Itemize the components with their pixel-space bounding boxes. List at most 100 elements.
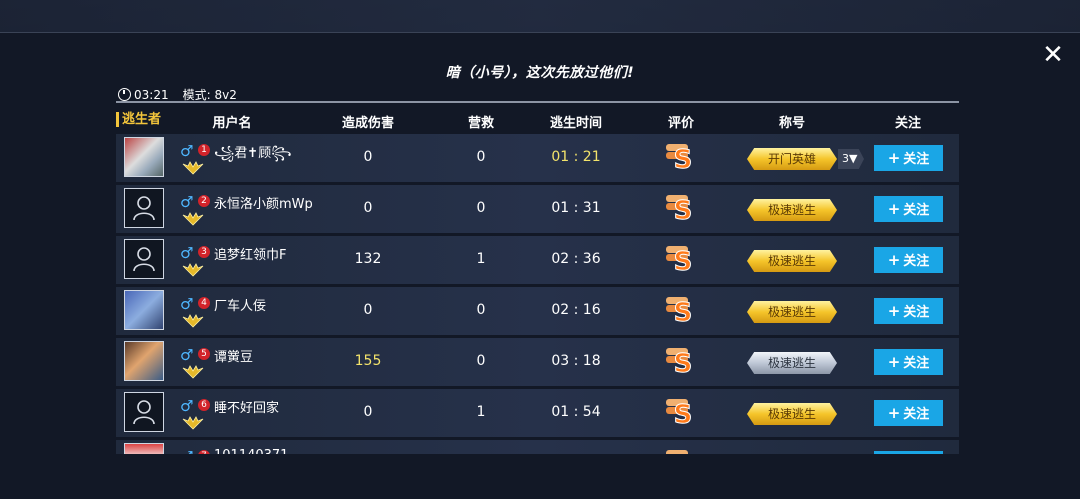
player-name: 谭黉豆 xyxy=(214,350,254,365)
s-rank-icon: S xyxy=(666,450,693,454)
escape-time-value: 03 : 18 xyxy=(551,353,601,369)
col-follow: 关注 xyxy=(894,116,921,131)
default-user-icon xyxy=(133,400,155,425)
col-damage: 造成伤害 xyxy=(341,116,394,131)
s-rank-icon: S xyxy=(666,348,693,377)
svg-text:S: S xyxy=(674,196,693,224)
follow-button[interactable]: +关注 xyxy=(874,349,943,375)
player-list: ♂ 1 ꧁君✝顾꧂ 0 0 01 : 21 S 开门英雄 3▼ + 关注 ♂ 2 … xyxy=(116,134,959,454)
rank-badge: 1 xyxy=(198,144,210,156)
rank-badge: 7 xyxy=(198,450,210,454)
table-row: ♂ 1 ꧁君✝顾꧂ 0 0 01 : 21 S 开门英雄 3▼ + 关注 xyxy=(116,134,959,182)
blurred-top-bar xyxy=(0,0,1080,32)
avatar[interactable] xyxy=(124,392,164,432)
table-row: ♂ 2 永恒洛小颜mWp 0 0 01 : 31 S 极速逃生 + 关注 xyxy=(116,185,959,233)
player-name: 睡不好回家 xyxy=(214,401,280,416)
s-rank-icon: S xyxy=(666,246,693,275)
male-icon: ♂ xyxy=(180,244,194,262)
title-count-dropdown[interactable]: 3▼ xyxy=(838,149,864,169)
damage-value: 155 xyxy=(354,353,382,369)
svg-text:S: S xyxy=(674,400,693,428)
svg-text:S: S xyxy=(674,349,693,377)
col-escape-time: 逃生时间 xyxy=(549,116,602,131)
escape-time-value: 02 : 36 xyxy=(551,251,601,267)
damage-value: 0 xyxy=(363,404,373,420)
clock-icon xyxy=(118,87,131,101)
default-user-icon xyxy=(133,196,155,221)
rank-wings-icon xyxy=(182,365,204,379)
table-row: ♂ 5 谭黉豆 155 0 03 : 18 S 极速逃生 + 关注 xyxy=(116,338,959,386)
plus-icon: + xyxy=(887,149,901,167)
rescue-value: 1 xyxy=(476,404,486,420)
avatar[interactable] xyxy=(124,290,164,330)
male-icon: ♂ xyxy=(180,142,194,160)
male-icon: ♂ xyxy=(180,346,194,364)
player-name: 永恒洛小颜mWp xyxy=(214,197,313,212)
escape-time-value: 01 : 21 xyxy=(551,149,601,165)
table-row: ♂ 6 睡不好回家 0 1 01 : 54 S 极速逃生 + 关注 xyxy=(116,389,959,437)
table-row: ♂ 4 厂车人佞 0 0 02 : 16 S 极速逃生 + 关注 xyxy=(116,287,959,335)
damage-value: 0 xyxy=(363,200,373,216)
title-badge: 极速逃生 xyxy=(747,403,837,425)
default-user-icon xyxy=(133,247,155,272)
title-badge: 极速逃生 xyxy=(747,352,837,374)
male-icon: ♂ xyxy=(180,448,193,454)
avatar[interactable] xyxy=(124,341,164,381)
damage-value: 132 xyxy=(354,251,382,267)
title-badge: 极速逃生 xyxy=(747,250,837,272)
col-title: 称号 xyxy=(778,116,805,131)
rank-badge: 6 xyxy=(198,399,210,411)
svg-text:S: S xyxy=(674,145,693,173)
rank-wings-icon xyxy=(182,314,204,328)
avatar[interactable] xyxy=(124,137,164,177)
follow-button[interactable]: +关注 xyxy=(874,400,943,426)
rank-badge: 4 xyxy=(198,297,210,309)
male-icon: ♂ xyxy=(180,295,194,313)
rescue-value: 0 xyxy=(476,200,486,216)
follow-button[interactable]: +关注 xyxy=(874,298,943,324)
col-rescue: 营救 xyxy=(467,116,494,131)
plus-icon: + xyxy=(887,353,901,371)
follow-button[interactable]: +关注 xyxy=(874,247,943,273)
avatar[interactable] xyxy=(124,188,164,228)
avatar[interactable] xyxy=(124,443,164,454)
title-badge: 极速逃生 xyxy=(747,199,837,221)
rank-wings-icon xyxy=(182,416,204,430)
s-rank-icon: S xyxy=(666,297,693,326)
table-row: ♂ 7 101140371 S +关注 xyxy=(116,440,959,454)
follow-button[interactable]: +关注 xyxy=(874,451,943,454)
rank-wings-icon xyxy=(182,161,204,175)
table-row: ♂ 3 追梦红领巾F 132 1 02 : 36 S 极速逃生 + 关注 xyxy=(116,236,959,284)
header-divider xyxy=(116,101,959,103)
male-icon: ♂ xyxy=(180,397,194,415)
role-label: 逃生者 xyxy=(116,112,162,127)
plus-icon: + xyxy=(887,200,901,218)
match-time: 03:21 xyxy=(134,87,169,102)
svg-text:S: S xyxy=(674,451,693,454)
rescue-value: 0 xyxy=(476,302,486,318)
player-name: 厂车人佞 xyxy=(214,299,267,314)
damage-value: 0 xyxy=(363,149,373,165)
rank-badge: 5 xyxy=(198,348,210,360)
follow-button[interactable]: +关注 xyxy=(874,145,943,171)
s-rank-icon: S xyxy=(666,195,693,224)
escape-time-value: 01 : 31 xyxy=(551,200,601,216)
male-icon: ♂ xyxy=(180,193,194,211)
col-rating: 评价 xyxy=(667,116,694,131)
rank-badge: 2 xyxy=(198,195,210,207)
escape-time-value: 02 : 16 xyxy=(551,302,601,318)
plus-icon: + xyxy=(887,251,901,269)
follow-button[interactable]: +关注 xyxy=(874,196,943,222)
avatar[interactable] xyxy=(124,239,164,279)
rescue-value: 0 xyxy=(476,353,486,369)
s-rank-icon: S xyxy=(666,399,693,428)
damage-value: 0 xyxy=(363,302,373,318)
rescue-value: 1 xyxy=(476,251,486,267)
svg-text:S: S xyxy=(674,247,693,275)
player-name: 101140371 xyxy=(214,448,288,454)
rescue-value: 0 xyxy=(476,149,486,165)
rank-badge: 3 xyxy=(198,246,210,258)
rank-wings-icon xyxy=(182,263,204,277)
s-rank-icon: S xyxy=(666,144,693,173)
title-badge: 极速逃生 xyxy=(747,301,837,323)
